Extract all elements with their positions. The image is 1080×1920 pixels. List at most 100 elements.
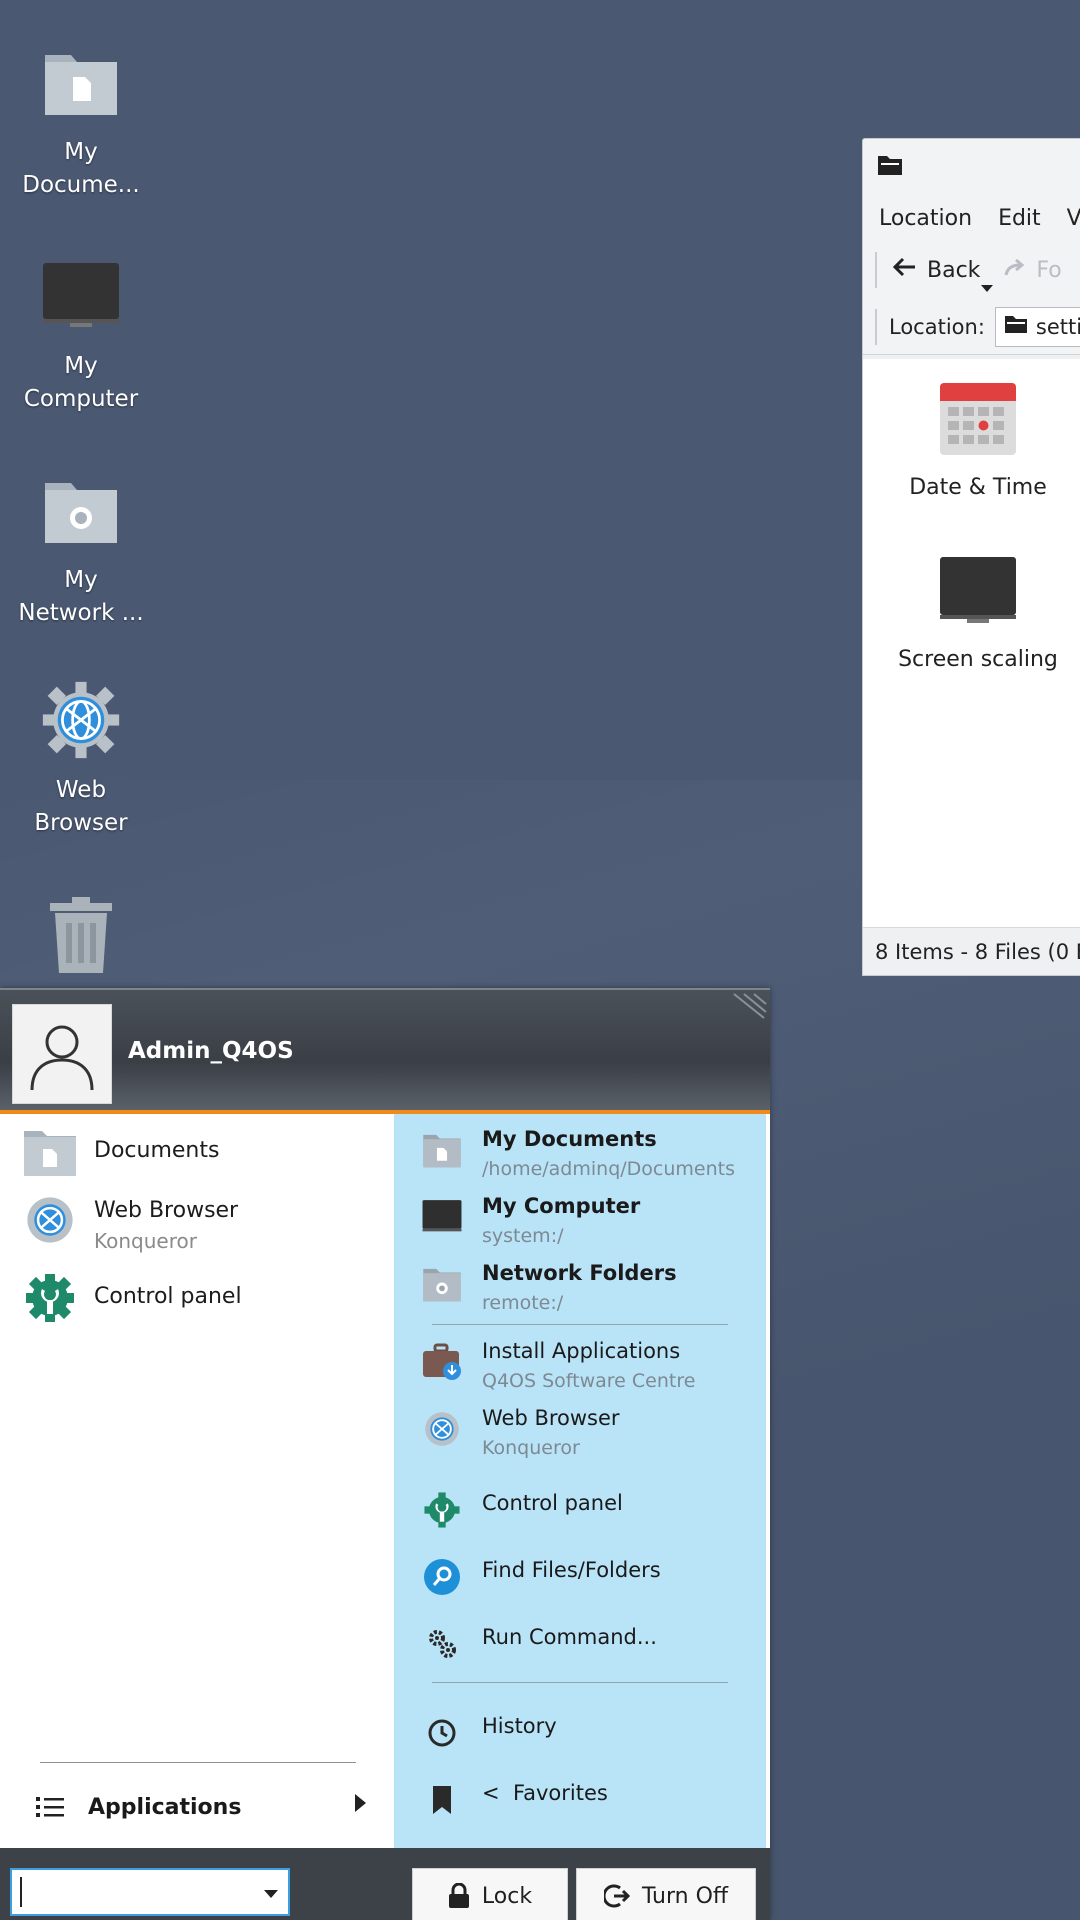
place-network-folders[interactable]: Network Folders remote:/ bbox=[420, 1258, 760, 1318]
action-control-panel[interactable]: Control panel bbox=[420, 1484, 760, 1532]
back-button[interactable]: Back bbox=[892, 257, 993, 292]
folder-network-icon bbox=[41, 470, 121, 550]
desktop-icon-label: My Computer bbox=[23, 353, 139, 412]
logout-icon bbox=[603, 1884, 630, 1908]
menu-header: Admin_Q4OS bbox=[0, 988, 770, 1114]
forward-label: Fo bbox=[1036, 257, 1062, 283]
folder-network-icon bbox=[420, 1262, 464, 1306]
favorite-title: Control panel bbox=[94, 1284, 242, 1309]
file-item-screen-scaling[interactable]: Screen scaling bbox=[883, 555, 1073, 672]
place-my-computer[interactable]: My Computer system:/ bbox=[420, 1191, 760, 1251]
forward-button[interactable]: Fo bbox=[1004, 257, 1062, 283]
divider bbox=[40, 1762, 356, 1763]
control-panel-icon bbox=[420, 1488, 464, 1532]
desktop-icon-trash[interactable] bbox=[12, 896, 150, 976]
lock-icon bbox=[448, 1883, 469, 1908]
applications-button[interactable]: Applications bbox=[36, 1782, 366, 1832]
folder-document-icon bbox=[41, 42, 121, 122]
place-title: Network Folders bbox=[482, 1261, 677, 1285]
user-icon bbox=[30, 1025, 94, 1091]
folder-icon bbox=[877, 154, 903, 180]
file-manager-window[interactable]: Location Edit V Back Fo Location: setti bbox=[862, 138, 1080, 976]
desktop-icon-my-computer[interactable]: My Computer bbox=[12, 256, 150, 416]
lock-button[interactable]: Lock bbox=[412, 1868, 568, 1920]
place-subtitle: remote:/ bbox=[482, 1292, 564, 1314]
favorites-panel: Documents Web Browser Konqueror Control … bbox=[0, 1114, 394, 1848]
desktop-icon-web-browser[interactable]: Web Browser bbox=[12, 680, 150, 840]
action-title: Install Applications bbox=[482, 1339, 681, 1363]
favorite-control-panel[interactable]: Control panel bbox=[22, 1270, 242, 1326]
file-item-date-time[interactable]: Date & Time bbox=[883, 383, 1073, 500]
turn-off-label: Turn Off bbox=[641, 1883, 729, 1909]
bookmark-icon bbox=[420, 1778, 464, 1822]
file-item-label: Screen scaling bbox=[898, 647, 1058, 672]
action-history[interactable]: History bbox=[420, 1707, 760, 1755]
folder-document-icon bbox=[420, 1128, 464, 1172]
desktop-icon-my-network[interactable]: My Network ... bbox=[12, 470, 150, 630]
monitor-icon bbox=[420, 1195, 464, 1239]
action-install-applications[interactable]: Install Applications Q4OS Software Centr… bbox=[420, 1336, 760, 1396]
action-title: < Favorites bbox=[482, 1781, 608, 1805]
toolbar: Back Fo bbox=[863, 241, 1080, 299]
divider bbox=[432, 1682, 728, 1683]
text-cursor bbox=[20, 1877, 22, 1907]
menu-view[interactable]: V bbox=[1067, 206, 1080, 231]
back-label: Back bbox=[927, 257, 981, 283]
control-panel-icon bbox=[22, 1270, 78, 1326]
monitor-icon bbox=[41, 256, 121, 336]
search-icon bbox=[420, 1555, 464, 1599]
calendar-icon bbox=[940, 383, 1016, 461]
favorite-title: Web Browser bbox=[94, 1198, 239, 1223]
place-subtitle: system:/ bbox=[482, 1225, 564, 1247]
toolbar-separator bbox=[875, 308, 877, 345]
start-menu: Admin_Q4OS Documents Web Browser Konquer… bbox=[0, 988, 770, 1920]
place-subtitle: /home/adminq/Documents bbox=[482, 1158, 735, 1180]
toolbar-separator bbox=[875, 252, 877, 288]
forward-icon bbox=[1004, 257, 1028, 283]
divider bbox=[432, 1324, 728, 1325]
menubar: Location Edit V bbox=[863, 195, 1080, 241]
action-title: Control panel bbox=[482, 1491, 623, 1515]
folder-document-icon bbox=[22, 1124, 78, 1180]
action-favorites[interactable]: < Favorites bbox=[420, 1774, 760, 1822]
clock-icon bbox=[420, 1711, 464, 1755]
location-input[interactable]: setti bbox=[994, 306, 1080, 347]
desktop-icon-label: My Network ... bbox=[18, 567, 144, 626]
username: Admin_Q4OS bbox=[128, 1038, 294, 1064]
back-history-dropdown[interactable] bbox=[981, 285, 993, 292]
menu-location[interactable]: Location bbox=[879, 206, 972, 231]
web-browser-icon bbox=[41, 680, 121, 760]
menu-edit[interactable]: Edit bbox=[998, 206, 1041, 231]
place-my-documents[interactable]: My Documents /home/adminq/Documents bbox=[420, 1124, 760, 1184]
window-titlebar[interactable] bbox=[863, 139, 1080, 195]
action-title: History bbox=[482, 1714, 557, 1738]
lock-label: Lock bbox=[481, 1883, 533, 1909]
action-title: Web Browser bbox=[482, 1406, 620, 1430]
file-view[interactable]: Date & Time Screen scaling bbox=[863, 359, 1080, 927]
favorite-documents[interactable]: Documents bbox=[22, 1124, 219, 1180]
web-browser-icon bbox=[420, 1407, 464, 1451]
arrow-left-icon bbox=[892, 257, 917, 283]
action-title: Run Command... bbox=[482, 1625, 657, 1649]
places-panel: My Documents /home/adminq/Documents My C… bbox=[394, 1114, 766, 1848]
folder-icon bbox=[1004, 314, 1028, 339]
location-value: setti bbox=[1035, 314, 1080, 339]
chevron-right-icon bbox=[355, 1794, 366, 1812]
web-browser-icon bbox=[22, 1192, 78, 1248]
search-input[interactable] bbox=[10, 1868, 290, 1916]
turn-off-button[interactable]: Turn Off bbox=[576, 1868, 756, 1920]
resize-grip-icon[interactable] bbox=[730, 992, 768, 1022]
action-subtitle: Konqueror bbox=[482, 1437, 580, 1459]
place-title: My Documents bbox=[482, 1127, 657, 1151]
action-web-browser[interactable]: Web Browser Konqueror bbox=[420, 1403, 760, 1463]
chevron-down-icon[interactable] bbox=[264, 1890, 278, 1898]
desktop-icon-my-documents[interactable]: My Docume... bbox=[12, 42, 150, 202]
applications-label: Applications bbox=[88, 1794, 242, 1820]
install-applications-icon bbox=[420, 1340, 464, 1384]
action-run-command[interactable]: Run Command... bbox=[420, 1618, 760, 1666]
list-icon bbox=[36, 1797, 64, 1817]
action-find-files[interactable]: Find Files/Folders bbox=[420, 1551, 760, 1599]
favorite-web-browser[interactable]: Web Browser Konqueror bbox=[22, 1192, 238, 1256]
avatar[interactable] bbox=[12, 1004, 112, 1104]
desktop-icon-label: My Docume... bbox=[22, 139, 140, 198]
